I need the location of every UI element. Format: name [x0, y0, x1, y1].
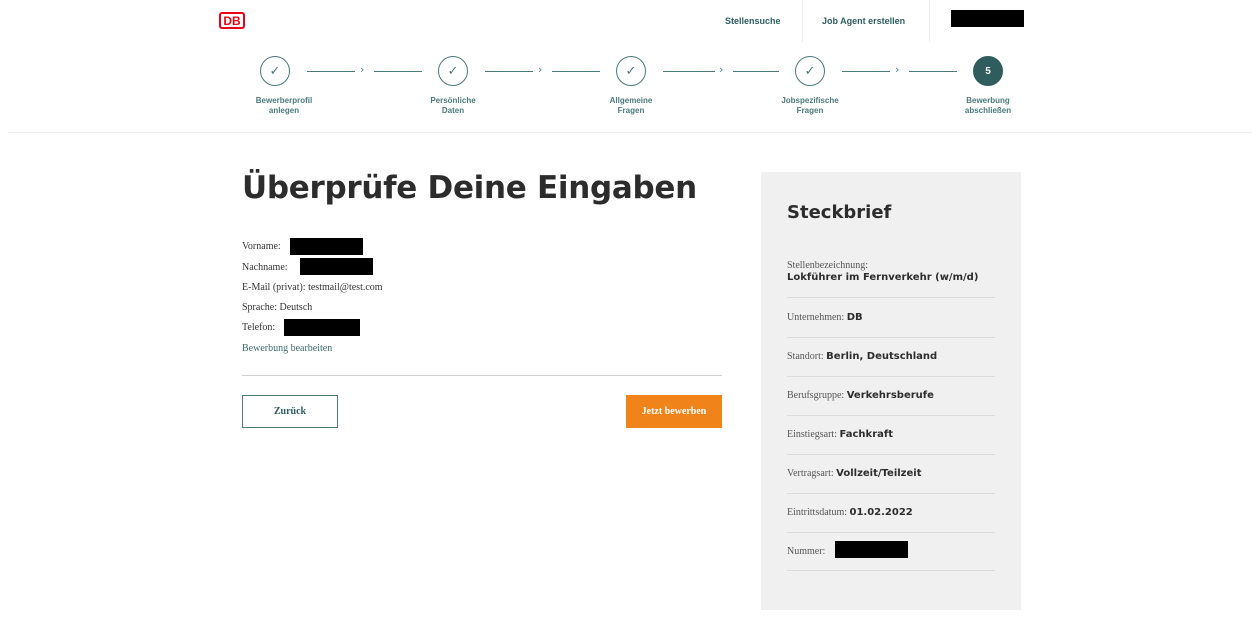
profile-location: Standort: Berlin, Deutschland — [787, 351, 995, 377]
header-divider — [8, 132, 1252, 133]
step-connector — [733, 71, 779, 72]
step-3-label: Allgemeine Fragen — [609, 96, 653, 115]
chevron-right-icon: › — [538, 63, 543, 76]
profile-job-title: Stellenbezeichnung: Lokführer im Fernver… — [787, 260, 995, 298]
step-2-label: Persönliche Daten — [430, 96, 476, 115]
step-4-label: Jobspezifische Fragen — [781, 96, 839, 115]
db-logo[interactable]: DB — [219, 12, 245, 29]
chevron-right-icon: › — [895, 63, 900, 76]
email-field: E-Mail (privat): testmail@test.com — [242, 282, 383, 293]
profile-contract-type: Vertragsart: Vollzeit/Teilzeit — [787, 468, 995, 494]
phone-redacted — [284, 319, 360, 336]
profile-job-group: Berufsgruppe: Verkehrsberufe — [787, 390, 995, 416]
step-4-check-icon: ✓ — [795, 56, 825, 86]
nav-divider — [929, 0, 930, 42]
step-connector — [909, 71, 957, 72]
firstname-field: Vorname: — [242, 241, 281, 252]
step-2-check-icon: ✓ — [438, 56, 468, 86]
step-1-label: Bewerberprofil anlegen — [255, 96, 313, 115]
nav-job-search[interactable]: Stellensuche — [725, 16, 781, 26]
step-connector — [552, 71, 600, 72]
step-connector — [485, 71, 533, 72]
step-connector — [374, 71, 422, 72]
step-connector — [842, 71, 890, 72]
nav-divider — [802, 0, 803, 42]
step-5-label: Bewerbung abschließen — [964, 96, 1012, 115]
step-connector — [663, 71, 715, 72]
page-title: Überprüfe Deine Eingaben — [242, 170, 697, 206]
lastname-redacted — [300, 258, 373, 275]
profile-entry-level: Einstiegsart: Fachkraft — [787, 429, 995, 455]
language-field: Sprache: Deutsch — [242, 302, 313, 313]
apply-button[interactable]: Jetzt bewerben — [626, 395, 722, 428]
step-connector — [307, 71, 355, 72]
profile-title: Steckbrief — [787, 202, 892, 223]
content-divider — [242, 375, 722, 376]
chevron-right-icon: › — [719, 63, 724, 76]
lastname-field: Nachname: — [242, 262, 288, 273]
step-3-check-icon: ✓ — [616, 56, 646, 86]
profile-start-date: Eintrittsdatum: 01.02.2022 — [787, 507, 995, 533]
job-number-redacted — [835, 541, 908, 558]
edit-application-link[interactable]: Bewerbung bearbeiten — [242, 343, 332, 354]
step-1-check-icon: ✓ — [260, 56, 290, 86]
chevron-right-icon: › — [360, 63, 365, 76]
profile-company: Unternehmen: DB — [787, 312, 995, 338]
user-account-redacted[interactable] — [951, 10, 1024, 27]
step-5-current: 5 — [973, 56, 1003, 86]
job-profile-panel: Steckbrief Stellenbezeichnung: Lokführer… — [761, 172, 1021, 610]
phone-field: Telefon: — [242, 322, 276, 333]
back-button[interactable]: Zurück — [242, 395, 338, 428]
nav-job-agent[interactable]: Job Agent erstellen — [822, 16, 905, 26]
firstname-redacted — [290, 238, 363, 255]
